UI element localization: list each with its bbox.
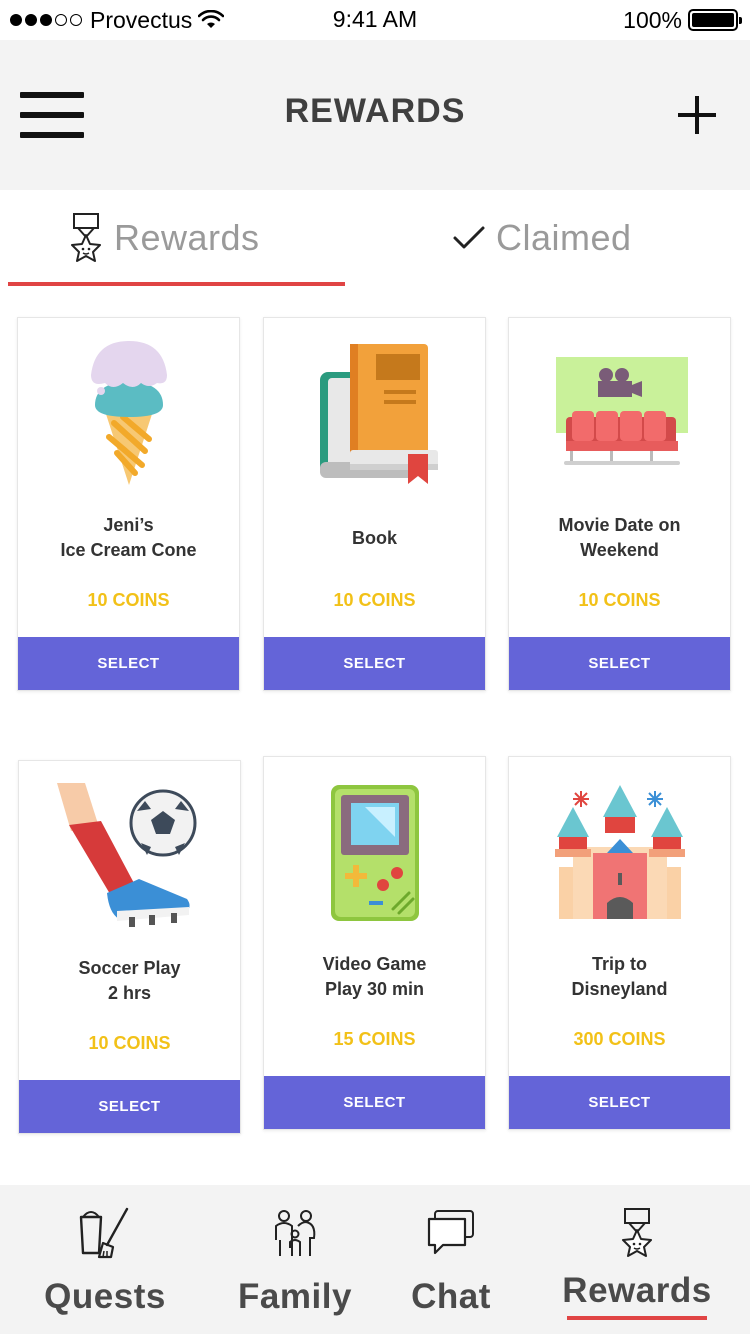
select-button[interactable]: SELECT bbox=[18, 637, 239, 690]
tab-rewards-label: Rewards bbox=[114, 217, 260, 258]
reward-title: Soccer Play 2 hrs bbox=[78, 958, 181, 1003]
status-right: 100% bbox=[623, 6, 742, 34]
tab-bar-item-quests[interactable]: Quests bbox=[40, 1185, 170, 1334]
select-button[interactable]: SELECT bbox=[19, 1080, 240, 1133]
active-tab-bar-indicator bbox=[567, 1316, 707, 1320]
navigation-bar: REWARDS bbox=[0, 40, 750, 190]
family-icon bbox=[265, 1203, 325, 1263]
active-tab-indicator bbox=[8, 282, 345, 286]
castle-icon bbox=[509, 757, 730, 947]
reward-price: 300 COINS bbox=[573, 1029, 666, 1049]
ice-cream-cone-icon bbox=[18, 318, 239, 508]
checkmark-icon bbox=[453, 226, 485, 249]
movie-theater-icon bbox=[509, 318, 730, 508]
reward-card[interactable]: Video Game Play 30 min 15 COINS SELECT bbox=[263, 756, 486, 1130]
select-button[interactable]: SELECT bbox=[509, 637, 730, 690]
medal-icon bbox=[607, 1203, 667, 1263]
reward-price: 10 COINS bbox=[88, 1033, 171, 1053]
tab-rewards[interactable]: Rewards bbox=[68, 190, 260, 286]
tab-claimed-label: Claimed bbox=[496, 217, 632, 258]
reward-card[interactable]: Book 10 COINS SELECT bbox=[263, 317, 486, 691]
battery-percent: 100% bbox=[623, 6, 682, 33]
plus-icon[interactable] bbox=[678, 96, 716, 134]
reward-title: Video Game Play 30 min bbox=[322, 954, 427, 999]
reward-price: 15 COINS bbox=[333, 1029, 416, 1049]
soccer-kick-icon bbox=[19, 761, 240, 951]
chat-bubbles-icon bbox=[421, 1203, 481, 1263]
tab-bar-item-rewards[interactable]: Rewards bbox=[560, 1185, 714, 1334]
reward-card[interactable]: Soccer Play 2 hrs 10 COINS SELECT bbox=[18, 760, 241, 1134]
reward-price: 10 COINS bbox=[578, 590, 661, 610]
tab-bar-label: Chat bbox=[411, 1277, 491, 1316]
battery-icon bbox=[688, 9, 742, 31]
tab-bar-label: Family bbox=[238, 1277, 352, 1316]
medal-icon bbox=[71, 213, 101, 262]
book-icon bbox=[264, 318, 485, 508]
tab-bar-label: Quests bbox=[44, 1277, 166, 1316]
tab-bar-label: Rewards bbox=[562, 1271, 712, 1310]
reward-price: 10 COINS bbox=[333, 590, 416, 610]
select-button[interactable]: SELECT bbox=[264, 1076, 485, 1129]
tab-bar-item-family[interactable]: Family bbox=[230, 1185, 360, 1334]
tab-claimed[interactable]: Claimed bbox=[452, 190, 632, 286]
reward-title: Trip to Disneyland bbox=[571, 954, 668, 999]
cleaning-bucket-icon bbox=[75, 1203, 135, 1263]
reward-title: Movie Date on Weekend bbox=[558, 515, 681, 560]
reward-card[interactable]: Jeni’s Ice Cream Cone 10 COINS SELECT bbox=[17, 317, 240, 691]
page-title: REWARDS bbox=[284, 92, 466, 130]
select-button[interactable]: SELECT bbox=[264, 637, 485, 690]
reward-title: Book bbox=[352, 527, 397, 548]
reward-title: Jeni’s Ice Cream Cone bbox=[60, 515, 197, 560]
reward-card[interactable]: Trip to Disneyland 300 COINS SELECT bbox=[508, 756, 731, 1130]
reward-card[interactable]: Movie Date on Weekend 10 COINS SELECT bbox=[508, 317, 731, 691]
segment-tabs: Rewards Claimed bbox=[0, 190, 750, 290]
status-bar: Provectus 9:41 AM 100% bbox=[0, 0, 750, 40]
select-button[interactable]: SELECT bbox=[509, 1076, 730, 1129]
bottom-tab-bar: Quests Family Chat Rewards bbox=[0, 1185, 750, 1334]
reward-price: 10 COINS bbox=[87, 590, 170, 610]
tab-bar-item-chat[interactable]: Chat bbox=[396, 1185, 506, 1334]
handheld-game-console-icon bbox=[264, 757, 485, 947]
